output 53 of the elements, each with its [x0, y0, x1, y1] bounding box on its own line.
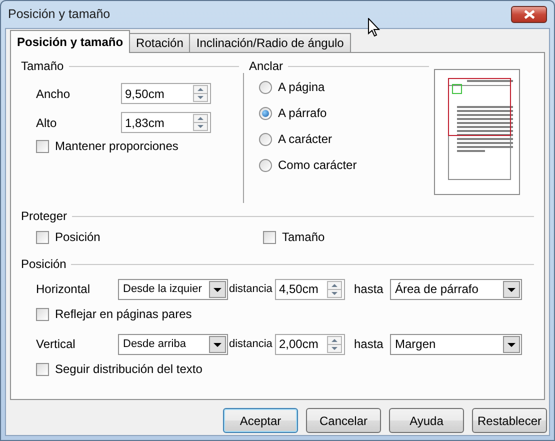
field-label: hasta — [354, 336, 384, 353]
dialog-button[interactable]: Cancelar — [306, 408, 381, 433]
radio-button[interactable] — [259, 106, 272, 120]
dialog-button[interactable]: Restablecer — [472, 408, 547, 433]
field-label: Vertical — [36, 336, 76, 353]
checkbox-label[interactable]: Tamaño — [282, 228, 325, 246]
dialog-button[interactable]: Aceptar — [223, 408, 298, 433]
dropdown[interactable]: Área de párrafo — [390, 278, 522, 300]
field-label: hasta — [354, 281, 384, 298]
dialog-button[interactable]: Ayuda — [389, 408, 464, 433]
radio-label[interactable]: A página — [278, 78, 325, 96]
tab[interactable]: Rotación — [129, 33, 190, 52]
spin-field[interactable]: 1,83cm — [121, 112, 211, 133]
field-label: Ancho — [36, 86, 72, 102]
checkbox[interactable] — [36, 230, 49, 244]
radio-button[interactable] — [259, 80, 272, 94]
close-icon — [524, 10, 534, 19]
radio-label[interactable]: Como carácter — [278, 156, 357, 174]
radio-label[interactable]: A carácter — [278, 130, 332, 148]
radio-button[interactable] — [259, 132, 272, 146]
section-heading: Anclar — [249, 58, 284, 75]
section-heading: Proteger — [21, 208, 68, 225]
spin-arrows-icon[interactable] — [193, 114, 208, 131]
dropdown[interactable]: Margen — [390, 334, 522, 354]
checkbox[interactable] — [263, 230, 276, 244]
spin-arrows-icon[interactable] — [193, 85, 208, 102]
radio-button[interactable] — [259, 158, 272, 172]
checkbox-label[interactable]: Mantener proporciones — [55, 137, 178, 155]
checkbox-label[interactable]: Seguir distribución del texto — [55, 360, 202, 378]
checkbox-label[interactable]: Reflejar en páginas pares — [55, 305, 192, 323]
mouse-pointer-icon — [368, 18, 380, 37]
tab[interactable]: Inclinación/Radio de ángulo — [189, 33, 351, 52]
checkbox[interactable] — [36, 140, 49, 152]
field-label: distancia — [229, 336, 274, 352]
dropdown[interactable]: Desde arriba — [118, 334, 228, 354]
spin-field[interactable]: 2,00cm — [275, 334, 345, 354]
field-label: distancia — [229, 282, 274, 297]
spin-arrows-icon[interactable] — [327, 280, 342, 298]
section-heading: Posición — [21, 256, 66, 273]
checkbox-label[interactable]: Posición — [55, 228, 100, 246]
checkbox[interactable] — [36, 308, 49, 320]
section-heading: Tamaño — [21, 58, 64, 75]
field-label: Alto — [36, 114, 58, 132]
window-title: Posición y tamaño — [8, 6, 110, 24]
close-button[interactable] — [511, 6, 547, 23]
spin-field[interactable]: 4,50cm — [275, 278, 345, 300]
spin-field[interactable]: 9,50cm — [121, 83, 211, 104]
tab[interactable]: Posición y tamaño — [10, 30, 130, 53]
checkbox[interactable] — [36, 362, 49, 376]
radio-label[interactable]: A párrafo — [278, 104, 327, 122]
dropdown[interactable]: Desde la izquier — [118, 278, 228, 300]
field-label: Horizontal — [36, 281, 92, 298]
spin-arrows-icon[interactable] — [327, 336, 342, 352]
